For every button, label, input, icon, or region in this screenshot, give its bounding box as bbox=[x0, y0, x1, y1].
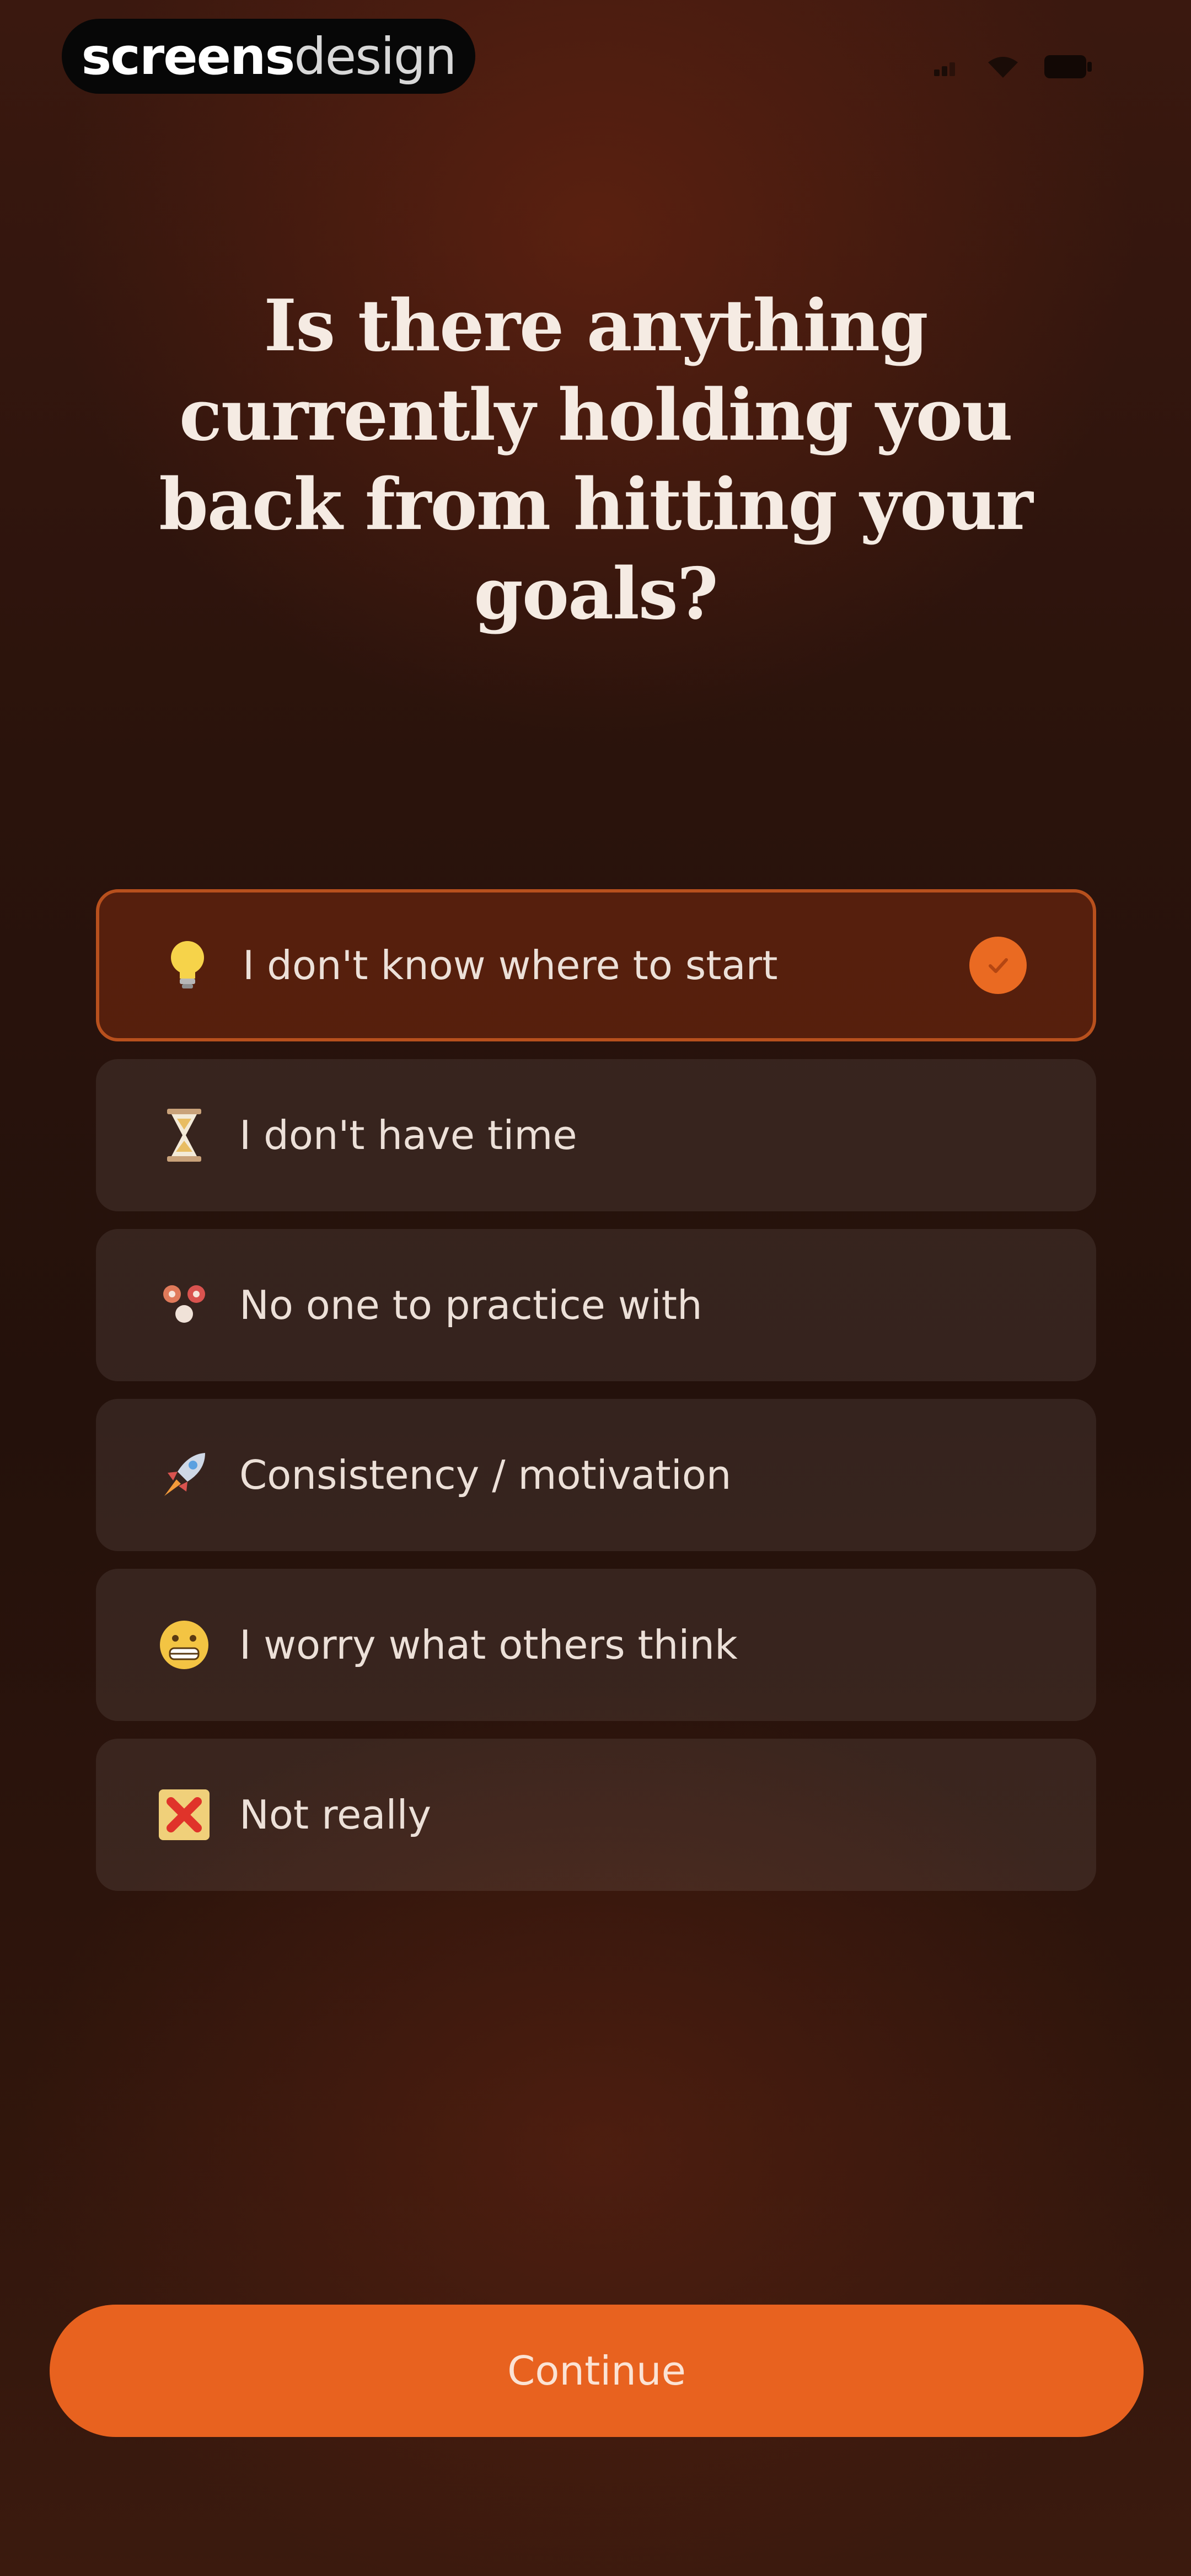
option-label: Not really bbox=[239, 1792, 432, 1838]
option-dont-have-time[interactable]: I don't have time bbox=[96, 1059, 1096, 1211]
option-worry-what-others-think[interactable]: I worry what others think bbox=[96, 1569, 1096, 1721]
option-label: Consistency / motivation bbox=[239, 1452, 732, 1498]
grimacing-face-icon bbox=[157, 1617, 212, 1672]
option-label: I worry what others think bbox=[239, 1622, 738, 1668]
checkmark-icon bbox=[969, 937, 1027, 994]
lightbulb-icon bbox=[160, 938, 215, 993]
option-label: I don't know where to start bbox=[243, 942, 778, 988]
status-bar bbox=[934, 54, 1092, 79]
option-label: No one to practice with bbox=[239, 1282, 702, 1328]
watermark-bold-text: screens bbox=[81, 26, 296, 86]
option-consistency-motivation[interactable]: Consistency / motivation bbox=[96, 1399, 1096, 1551]
question-title: Is there anything currently holding you … bbox=[159, 285, 1033, 635]
option-dont-know-where-to-start[interactable]: I don't know where to start bbox=[96, 889, 1096, 1041]
battery-icon bbox=[1044, 54, 1092, 79]
signal-icon bbox=[934, 57, 962, 76]
continue-button[interactable]: Continue bbox=[50, 2305, 1144, 2437]
rocket-icon bbox=[157, 1447, 212, 1503]
option-not-really[interactable]: Not really bbox=[96, 1739, 1096, 1891]
option-no-one-to-practice-with[interactable]: No one to practice with bbox=[96, 1229, 1096, 1381]
wifi-icon bbox=[986, 55, 1020, 79]
options-list: I don't know where to start I don't have… bbox=[96, 889, 1096, 1891]
people-icon bbox=[157, 1278, 212, 1333]
screensdesign-watermark: screens design bbox=[62, 19, 475, 94]
cross-mark-icon bbox=[157, 1787, 212, 1842]
watermark-light-text: design bbox=[294, 26, 457, 86]
hourglass-icon bbox=[157, 1108, 212, 1163]
option-label: I don't have time bbox=[239, 1112, 577, 1158]
